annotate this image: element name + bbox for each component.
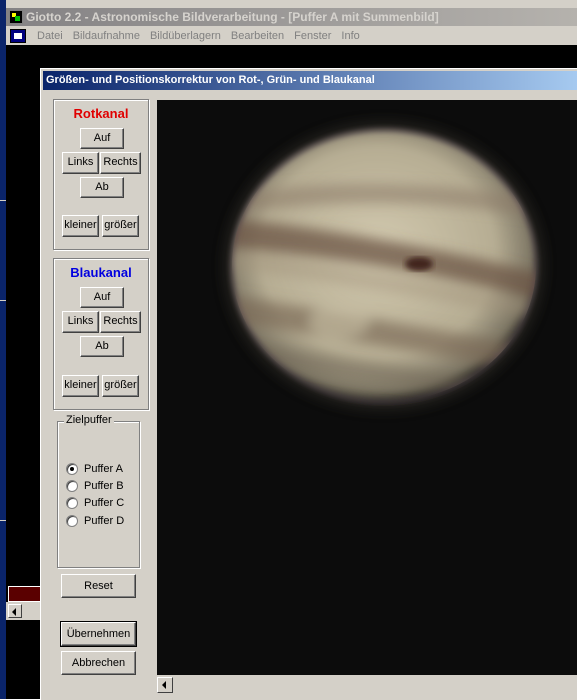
jupiter-image [224,122,544,410]
target-buffer-group: Zielpuffer Puffer A Puffer B Puffer C Pu… [57,414,140,568]
buffer-a-option[interactable]: Puffer A [66,463,123,475]
blue-right-button[interactable]: Rechts [100,311,141,333]
blue-left-button[interactable]: Links [62,311,99,333]
menu-bildueberlagern[interactable]: Bildüberlagern [145,30,226,42]
radio-button-icon[interactable] [66,480,78,492]
cancel-button[interactable]: Abbrechen [61,651,136,675]
red-smaller-button[interactable]: kleiner [62,215,99,237]
menubar: Datei Bildaufnahme Bildüberlagern Bearbe… [6,26,577,45]
child-red-swatch [8,586,44,602]
canvas-horizontal-scrollbar[interactable] [157,675,577,693]
buffer-option-label: Puffer D [84,515,125,527]
red-up-button[interactable]: Auf [80,128,124,149]
buffer-d-option[interactable]: Puffer D [66,515,124,527]
red-larger-button[interactable]: größer [102,215,139,237]
radio-button-icon[interactable] [66,515,78,527]
channel-correction-dialog: Größen- und Positionskorrektur von Rot-,… [40,68,577,700]
target-buffer-label: Zielpuffer [64,414,114,426]
buffer-b-option[interactable]: Puffer B [66,480,124,492]
app-titlebar[interactable]: Giotto 2.2 - Astronomische Bildverarbeit… [6,8,577,26]
blue-channel-panel: Blaukanal Auf Links Rechts Ab kleiner gr… [53,258,149,410]
reset-button[interactable]: Reset [61,574,136,598]
image-canvas[interactable] [157,100,577,675]
app-title: Giotto 2.2 - Astronomische Bildverarbeit… [26,10,439,24]
menu-datei[interactable]: Datei [32,30,68,42]
menu-info[interactable]: Info [336,30,364,42]
dialog-titlebar[interactable]: Größen- und Positionskorrektur von Rot-,… [43,71,577,90]
radio-button-icon[interactable] [66,463,78,475]
buffer-option-label: Puffer A [84,463,123,475]
red-down-button[interactable]: Ab [80,177,124,198]
menu-fenster[interactable]: Fenster [289,30,336,42]
buffer-option-label: Puffer C [84,497,125,509]
blue-up-button[interactable]: Auf [80,287,124,308]
red-right-button[interactable]: Rechts [100,152,141,174]
red-channel-heading: Rotkanal [73,106,129,121]
menu-bearbeiten[interactable]: Bearbeiten [226,30,289,42]
scroll-left-arrow-icon[interactable] [8,604,22,618]
blue-smaller-button[interactable]: kleiner [62,375,99,397]
giotto-app-icon[interactable] [9,10,23,24]
buffer-option-label: Puffer B [84,480,124,492]
blue-channel-heading: Blaukanal [70,265,132,280]
blue-larger-button[interactable]: größer [102,375,139,397]
red-left-button[interactable]: Links [62,152,99,174]
red-channel-panel: Rotkanal Auf Links Rechts Ab kleiner grö… [53,99,149,250]
buffer-c-option[interactable]: Puffer C [66,497,124,509]
image-child-window [6,45,44,625]
apply-button[interactable]: Übernehmen [60,621,137,647]
document-window-icon[interactable] [10,28,26,43]
scroll-left-arrow-icon[interactable] [157,677,173,693]
menu-bildaufnahme[interactable]: Bildaufnahme [68,30,145,42]
blue-down-button[interactable]: Ab [80,336,124,357]
radio-button-icon[interactable] [66,497,78,509]
